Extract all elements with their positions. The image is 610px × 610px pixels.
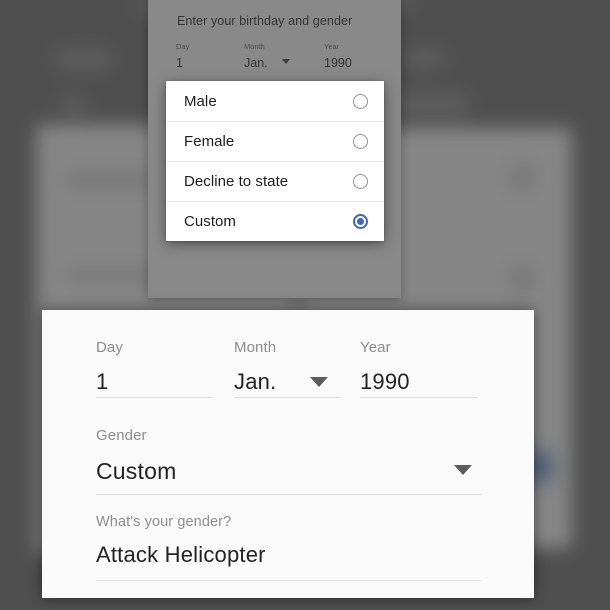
year-field[interactable]: Year 1990	[360, 338, 478, 398]
dialog-title: Enter your birthday and gender	[177, 14, 353, 28]
gender-value: Custom	[96, 458, 177, 484]
menu-item-female[interactable]: Female	[166, 121, 384, 161]
menu-item-label: Custom	[184, 213, 236, 230]
date-row: Day 1 Month Jan. Year 1990	[96, 338, 482, 418]
dialog-month-field[interactable]: Month Jan.	[244, 42, 316, 72]
chevron-down-icon	[282, 59, 290, 64]
day-value: 1	[96, 369, 109, 394]
radio-male[interactable]	[353, 93, 368, 109]
gender-label: Gender	[96, 427, 147, 444]
menu-item-male[interactable]: Male	[166, 81, 384, 121]
dialog-date-row: Day 1 Month Jan. Year 1990	[176, 42, 381, 82]
year-underline	[360, 397, 478, 398]
year-value: 1990	[360, 369, 410, 394]
day-label: Day	[96, 339, 123, 356]
dialog-month-value: Jan.	[244, 56, 268, 70]
radio-custom[interactable]	[353, 214, 368, 229]
gender-select[interactable]: Gender Custom	[96, 426, 482, 506]
dialog-year-label: Year	[324, 42, 340, 51]
radio-female[interactable]	[353, 134, 368, 149]
dialog-year-value: 1990	[324, 56, 352, 70]
month-select[interactable]: Month Jan.	[234, 338, 340, 398]
dialog-day-label: Day	[176, 42, 190, 51]
month-label: Month	[234, 339, 277, 356]
custom-gender-field[interactable]: What's your gender? Attack Helicopter	[96, 512, 482, 590]
radio-decline-to-state[interactable]	[353, 174, 368, 189]
custom-gender-value: Attack Helicopter	[96, 542, 266, 567]
dialog-year-field[interactable]: Year 1990	[324, 42, 384, 72]
birthday-gender-form-card: Day 1 Month Jan. Year 1990 Gender Custom	[42, 310, 534, 598]
day-underline	[96, 397, 212, 398]
chevron-down-icon[interactable]	[454, 465, 472, 475]
custom-gender-underline	[96, 580, 482, 581]
dialog-day-field[interactable]: Day 1	[176, 42, 238, 72]
year-label: Year	[360, 339, 391, 356]
gender-underline	[96, 494, 482, 495]
menu-item-label: Male	[184, 92, 217, 110]
month-underline	[234, 397, 340, 398]
dialog-day-value: 1	[176, 56, 183, 70]
menu-item-custom[interactable]: Custom	[166, 201, 384, 241]
gender-dropdown-menu[interactable]: Male Female Decline to state Custom	[166, 81, 384, 241]
custom-gender-label: What's your gender?	[96, 514, 232, 530]
day-field[interactable]: Day 1	[96, 338, 212, 398]
menu-item-decline-to-state[interactable]: Decline to state	[166, 161, 384, 201]
dialog-month-label: Month	[244, 42, 265, 51]
menu-item-label: Decline to state	[184, 173, 289, 190]
screen-root: Enter your birthday and gender Day 1 Mon…	[0, 0, 610, 610]
chevron-down-icon[interactable]	[310, 377, 328, 387]
menu-item-label: Female	[184, 133, 235, 150]
